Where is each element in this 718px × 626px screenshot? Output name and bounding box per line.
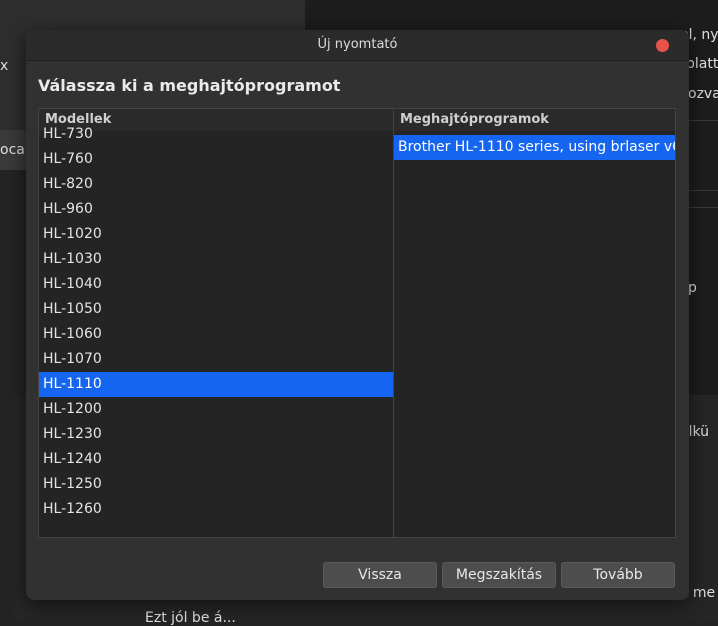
background-text: p: [688, 280, 697, 296]
page-heading: Válassza ki a meghajtóprogramot: [38, 76, 340, 95]
model-list-item[interactable]: HL-1240: [39, 447, 393, 472]
model-list-item[interactable]: HL-1250: [39, 472, 393, 497]
close-icon[interactable]: [656, 39, 669, 52]
model-list-item[interactable]: HL-1260: [39, 497, 393, 522]
background-divider: [689, 207, 718, 208]
background-divider: [689, 120, 718, 121]
cancel-button[interactable]: Megszakítás: [442, 562, 556, 588]
model-list-item[interactable]: HL-1200: [39, 397, 393, 422]
model-list-item[interactable]: HL-730: [39, 122, 393, 147]
model-list-item[interactable]: HL-1030: [39, 247, 393, 272]
driver-list-item[interactable]: Brother HL-1110 series, using brlaser v6…: [394, 135, 675, 160]
drivers-list: Meghajtóprogramok Brother HL-1110 series…: [393, 108, 676, 538]
drivers-column-header[interactable]: Meghajtóprogramok: [394, 109, 675, 131]
drivers-rows: Brother HL-1110 series, using brlaser v6…: [394, 135, 675, 160]
background-text: ozva: [688, 86, 718, 102]
model-list-item[interactable]: HL-1110: [39, 372, 393, 397]
model-list-item[interactable]: HL-1020: [39, 222, 393, 247]
back-button[interactable]: Vissza: [323, 562, 437, 588]
dialog-title: Új nyomtató: [26, 37, 689, 52]
background-text: Ezt jól be á...: [145, 610, 236, 626]
models-rows: HL-730HL-760HL-820HL-960HL-1020HL-1030HL…: [39, 122, 393, 522]
model-list-item[interactable]: HL-1040: [39, 272, 393, 297]
model-list-item[interactable]: HL-1070: [39, 347, 393, 372]
model-list-item[interactable]: HL-1230: [39, 422, 393, 447]
models-list: Modellek HL-730HL-760HL-820HL-960HL-1020…: [38, 108, 394, 538]
background-text: ocal: [0, 142, 29, 158]
model-list-item[interactable]: HL-1060: [39, 322, 393, 347]
model-list-item[interactable]: HL-1050: [39, 297, 393, 322]
model-list-item[interactable]: HL-820: [39, 172, 393, 197]
dialog-titlebar: Új nyomtató: [26, 30, 689, 61]
background-divider: [689, 190, 718, 191]
background-text: x: [0, 58, 8, 74]
model-list-item[interactable]: HL-960: [39, 197, 393, 222]
new-printer-dialog: Új nyomtató Válassza ki a meghajtóprogra…: [26, 30, 689, 600]
background-text: platt: [686, 56, 718, 72]
model-list-item[interactable]: HL-760: [39, 147, 393, 172]
next-button[interactable]: Tovább: [561, 562, 675, 588]
